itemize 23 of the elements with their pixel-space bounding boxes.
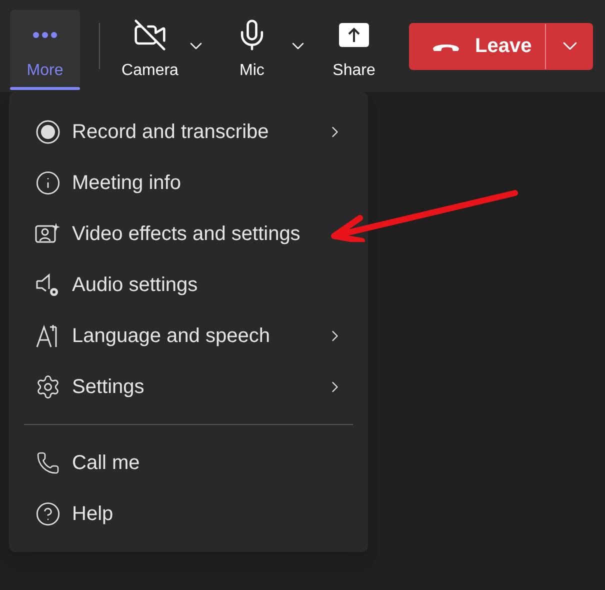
menu-item[interactable]: Help <box>9 488 368 539</box>
help-icon <box>35 500 61 526</box>
toolbar-button[interactable]: Share <box>323 10 385 88</box>
menu-item[interactable]: Video effects and settings <box>9 208 368 259</box>
speaker-gear-icon <box>35 272 61 298</box>
phone-icon <box>36 450 60 474</box>
menu-item[interactable]: Record and transcribe <box>9 106 368 157</box>
camera-off-icon <box>133 18 167 52</box>
toolbar-button[interactable]: Camera <box>119 10 181 88</box>
menu-item[interactable]: Meeting info <box>9 157 368 208</box>
record-icon <box>36 120 60 144</box>
menu-item[interactable]: Settings <box>9 361 368 412</box>
info-icon <box>35 170 61 196</box>
toolbar-button[interactable]: More <box>10 10 80 88</box>
toolbar-button[interactable]: Mic <box>221 10 283 88</box>
person-sparkle-icon <box>35 222 61 246</box>
more-icon <box>32 31 58 39</box>
share-icon <box>338 22 370 48</box>
menu-item[interactable]: Call me <box>9 437 368 488</box>
menu-item[interactable]: Language and speech <box>9 310 368 361</box>
menu-item[interactable]: Audio settings <box>9 259 368 310</box>
selected-underline <box>10 87 80 90</box>
settings-icon <box>35 374 61 400</box>
